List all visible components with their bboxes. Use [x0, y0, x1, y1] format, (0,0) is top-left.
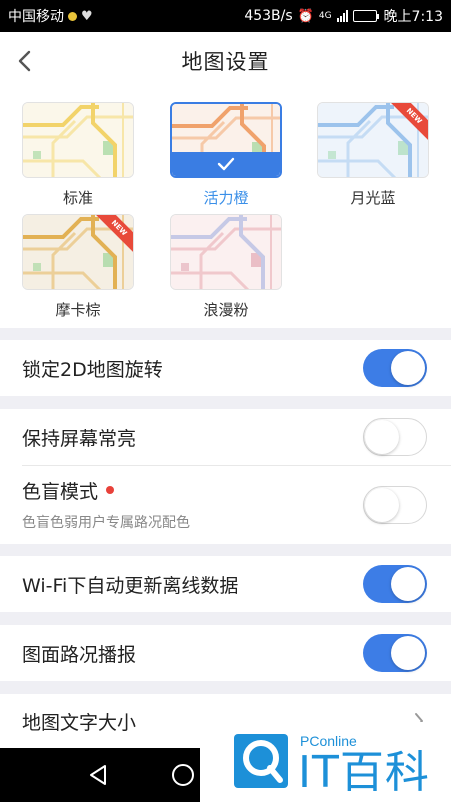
- keep-screen-on-toggle[interactable]: [363, 418, 427, 456]
- setting-row-traffic-broadcast: 图面路况播报: [0, 625, 451, 681]
- battery-icon: [352, 10, 379, 22]
- theme-mocha-brown[interactable]: NEW 摩卡棕: [22, 214, 134, 320]
- setting-label: 保持屏幕常亮: [22, 428, 137, 450]
- pconline-watermark: PConline IT百科: [200, 722, 451, 802]
- setting-label: 地图文字大小: [22, 711, 137, 734]
- carrier-name: 中国移动: [8, 9, 64, 25]
- alarm-icon: ⏰: [297, 8, 314, 24]
- selected-check-icon: [172, 152, 280, 176]
- theme-label: 浪漫粉: [203, 301, 249, 319]
- traffic-broadcast-toggle[interactable]: [363, 634, 427, 672]
- theme-romantic-pink[interactable]: 浪漫粉: [170, 214, 282, 320]
- settings-group-display: 保持屏幕常亮 色盲模式 色盲色弱用户专属路况配色: [0, 409, 451, 544]
- lock-2d-toggle[interactable]: [363, 349, 427, 387]
- watermark-brand-large: IT百科: [298, 747, 430, 798]
- page-title: 地图设置: [181, 50, 270, 74]
- back-arrow-icon[interactable]: [14, 47, 36, 75]
- theme-label: 月光蓝: [350, 189, 396, 207]
- setting-row-lock-2d: 锁定2D地图旋转: [0, 340, 451, 396]
- setting-row-color-blind: 色盲模式 色盲色弱用户专属路况配色: [0, 466, 451, 544]
- network-type: 4G: [318, 10, 332, 21]
- network-speed: 453B/s: [244, 8, 293, 24]
- theme-vitality-orange[interactable]: 活力橙: [170, 102, 282, 208]
- setting-row-wifi-offline: Wi-Fi下自动更新离线数据: [0, 556, 451, 612]
- theme-label: 标准: [62, 189, 93, 207]
- setting-label: 图面路况播报: [22, 643, 137, 666]
- nav-back-icon[interactable]: [88, 764, 108, 786]
- theme-thumbnail: [22, 102, 134, 178]
- theme-thumbnail: [170, 214, 282, 290]
- signal-icon: [336, 10, 348, 22]
- theme-label: 摩卡棕: [55, 301, 101, 319]
- page-header: 地图设置: [0, 32, 451, 90]
- theme-thumbnail: [170, 102, 282, 178]
- app-screen: 中国移动 ♥ 453B/s ⏰ 4G 晚上7:13 地图设置 标准 活力橙 NE…: [0, 0, 451, 802]
- pconline-logo-icon: [234, 734, 288, 788]
- heart-icon: ♥: [81, 8, 93, 24]
- theme-thumbnail: NEW: [317, 102, 429, 178]
- setting-label: Wi-Fi下自动更新离线数据: [22, 574, 239, 597]
- theme-standard[interactable]: 标准: [22, 102, 134, 208]
- setting-label: 锁定2D地图旋转: [22, 358, 163, 381]
- settings-group-broadcast: 图面路况播报: [0, 625, 451, 681]
- theme-moonlight-blue[interactable]: NEW 月光蓝: [317, 102, 429, 208]
- notification-dot-icon: [68, 11, 77, 21]
- setting-label: 色盲模式: [22, 481, 99, 503]
- map-theme-grid: 标准 活力橙 NEW 月光蓝 NEW 摩卡棕 浪漫粉: [0, 90, 451, 328]
- wifi-offline-toggle[interactable]: [363, 565, 427, 603]
- new-feature-dot: [106, 485, 115, 494]
- theme-label: 活力橙: [203, 189, 249, 207]
- setting-row-keep-screen-on: 保持屏幕常亮: [0, 409, 451, 466]
- settings-group-offline: Wi-Fi下自动更新离线数据: [0, 556, 451, 612]
- status-bar: 中国移动 ♥ 453B/s ⏰ 4G 晚上7:13: [0, 0, 451, 32]
- nav-home-icon[interactable]: [172, 764, 194, 786]
- color-blind-toggle[interactable]: [363, 486, 427, 524]
- settings-group-rotation: 锁定2D地图旋转: [0, 340, 451, 396]
- clock: 晚上7:13: [383, 9, 443, 25]
- theme-thumbnail: NEW: [22, 214, 134, 290]
